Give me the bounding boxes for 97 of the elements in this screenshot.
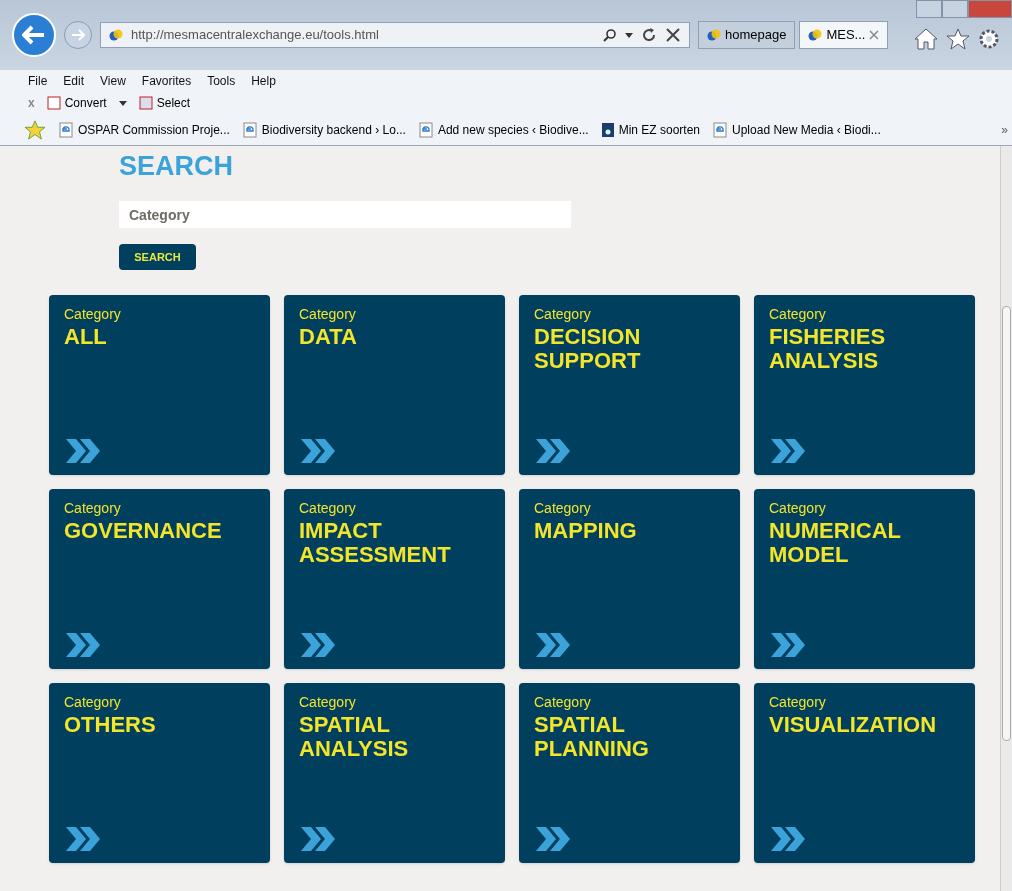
- category-tile[interactable]: Category OTHERS: [49, 683, 270, 863]
- category-tile[interactable]: Category VISUALIZATION: [754, 683, 975, 863]
- tile-caption: Category: [534, 693, 592, 712]
- home-icon[interactable]: [914, 28, 938, 50]
- tile-caption: Category: [64, 305, 122, 324]
- tile-caption: Category: [64, 499, 122, 518]
- tile-caption: Category: [534, 499, 592, 518]
- tile-title: OTHERS: [64, 713, 157, 737]
- tile-caption: Category: [769, 499, 827, 518]
- tile-title: NUMERICAL MODEL: [769, 519, 902, 567]
- tile-title: GOVERNANCE: [64, 519, 223, 543]
- caret-icon[interactable]: [118, 100, 127, 106]
- double-chevron-icon: [769, 631, 807, 659]
- favorite-link[interactable]: OSPAR Commission Proje...: [58, 120, 230, 139]
- select-button[interactable]: Select: [138, 94, 191, 112]
- scroll-thumb[interactable]: [1002, 306, 1011, 741]
- category-tile[interactable]: Category SPATIAL PLANNING: [519, 683, 740, 863]
- menu-item[interactable]: Edit: [63, 72, 85, 90]
- caret-icon[interactable]: [625, 32, 633, 38]
- site-logo-icon: [808, 28, 823, 42]
- search-icon[interactable]: [603, 28, 617, 42]
- double-chevron-icon: [299, 437, 337, 465]
- back-arrow-icon: [22, 25, 46, 45]
- category-tile[interactable]: Category MAPPING: [519, 489, 740, 669]
- address-bar[interactable]: http://mesmacentralexchange.eu/tools.html: [100, 22, 690, 48]
- search-field[interactable]: Category: [119, 201, 571, 228]
- star-icon[interactable]: [946, 28, 970, 50]
- settings-icon[interactable]: [978, 28, 1000, 50]
- double-chevron-icon: [534, 437, 572, 465]
- double-chevron-icon: [769, 437, 807, 465]
- double-chevron-icon: [64, 437, 102, 465]
- category-tile[interactable]: Category DATA: [284, 295, 505, 475]
- tile-title: SPATIAL PLANNING: [534, 713, 650, 761]
- menu-item[interactable]: Favorites: [141, 72, 192, 90]
- favorite-link[interactable]: Min EZ soorten: [600, 120, 701, 139]
- double-chevron-icon: [534, 825, 572, 853]
- category-tile[interactable]: Category SPATIAL ANALYSIS: [284, 683, 505, 863]
- back-button[interactable]: [12, 13, 56, 57]
- tile-title: ALL: [64, 325, 108, 349]
- double-chevron-icon: [64, 631, 102, 659]
- tile-caption: Category: [299, 499, 357, 518]
- forward-button[interactable]: [64, 21, 92, 49]
- url-text: http://mesmacentralexchange.eu/tools.html: [131, 26, 380, 45]
- page-icon: [712, 121, 729, 138]
- document-icon: [46, 96, 61, 110]
- site-icon: [600, 121, 615, 138]
- forward-arrow-icon: [71, 29, 85, 41]
- category-tile[interactable]: Category FISHERIES ANALYSIS: [754, 295, 975, 475]
- menu-item[interactable]: Tools: [207, 72, 236, 90]
- menu-item[interactable]: Help: [251, 72, 276, 90]
- tile-title: IMPACT ASSESSMENT: [299, 519, 452, 567]
- site-logo-icon: [707, 28, 721, 42]
- page-icon: [241, 121, 258, 138]
- tile-title: VISUALIZATION: [769, 713, 938, 737]
- search-heading: SEARCH: [119, 150, 234, 183]
- maximize-button[interactable]: [942, 0, 968, 18]
- convert-button[interactable]: Convert: [46, 94, 107, 112]
- page-icon: [417, 121, 434, 138]
- tile-title: FISHERIES ANALYSIS: [769, 325, 887, 373]
- tile-caption: Category: [64, 693, 122, 712]
- category-tile[interactable]: Category DECISION SUPPORT: [519, 295, 740, 475]
- search-button[interactable]: SEARCH: [119, 244, 196, 270]
- tile-caption: Category: [534, 305, 592, 324]
- tile-caption: Category: [299, 693, 357, 712]
- menu-item[interactable]: View: [100, 72, 126, 90]
- favorite-link[interactable]: Add new species ‹ Biodive...: [417, 120, 589, 139]
- category-tile[interactable]: Category NUMERICAL MODEL: [754, 489, 975, 669]
- browser-tab[interactable]: MES...: [799, 21, 889, 49]
- favorite-link[interactable]: Biodiversity backend › Lo...: [241, 120, 406, 139]
- refresh-icon[interactable]: [641, 27, 657, 43]
- minimize-button[interactable]: [916, 0, 942, 18]
- tile-title: DECISION SUPPORT: [534, 325, 642, 373]
- more-favorites[interactable]: »: [1001, 120, 1008, 139]
- tile-title: DATA: [299, 325, 358, 349]
- tile-title: SPATIAL ANALYSIS: [299, 713, 410, 761]
- category-tile[interactable]: Category IMPACT ASSESSMENT: [284, 489, 505, 669]
- close-icon[interactable]: [665, 27, 681, 43]
- browser-tab[interactable]: homepage: [698, 21, 796, 49]
- tile-caption: Category: [769, 305, 827, 324]
- tile-title: MAPPING: [534, 519, 638, 543]
- favorite-link[interactable]: Upload New Media ‹ Biodi...: [712, 120, 881, 139]
- double-chevron-icon: [299, 631, 337, 659]
- favorites-star-icon[interactable]: [24, 119, 46, 140]
- tile-caption: Category: [299, 305, 357, 324]
- category-tile[interactable]: Category ALL: [49, 295, 270, 475]
- menu-item[interactable]: File: [28, 72, 48, 90]
- category-tile[interactable]: Category GOVERNANCE: [49, 489, 270, 669]
- scrollbar[interactable]: [1000, 146, 1012, 891]
- document-icon: [138, 96, 153, 110]
- double-chevron-icon: [299, 825, 337, 853]
- close-tab-icon[interactable]: [869, 30, 880, 40]
- double-chevron-icon: [64, 825, 102, 853]
- site-logo-icon: [109, 28, 123, 42]
- tile-caption: Category: [769, 693, 827, 712]
- double-chevron-icon: [769, 825, 807, 853]
- page-icon: [58, 121, 74, 138]
- double-chevron-icon: [534, 631, 572, 659]
